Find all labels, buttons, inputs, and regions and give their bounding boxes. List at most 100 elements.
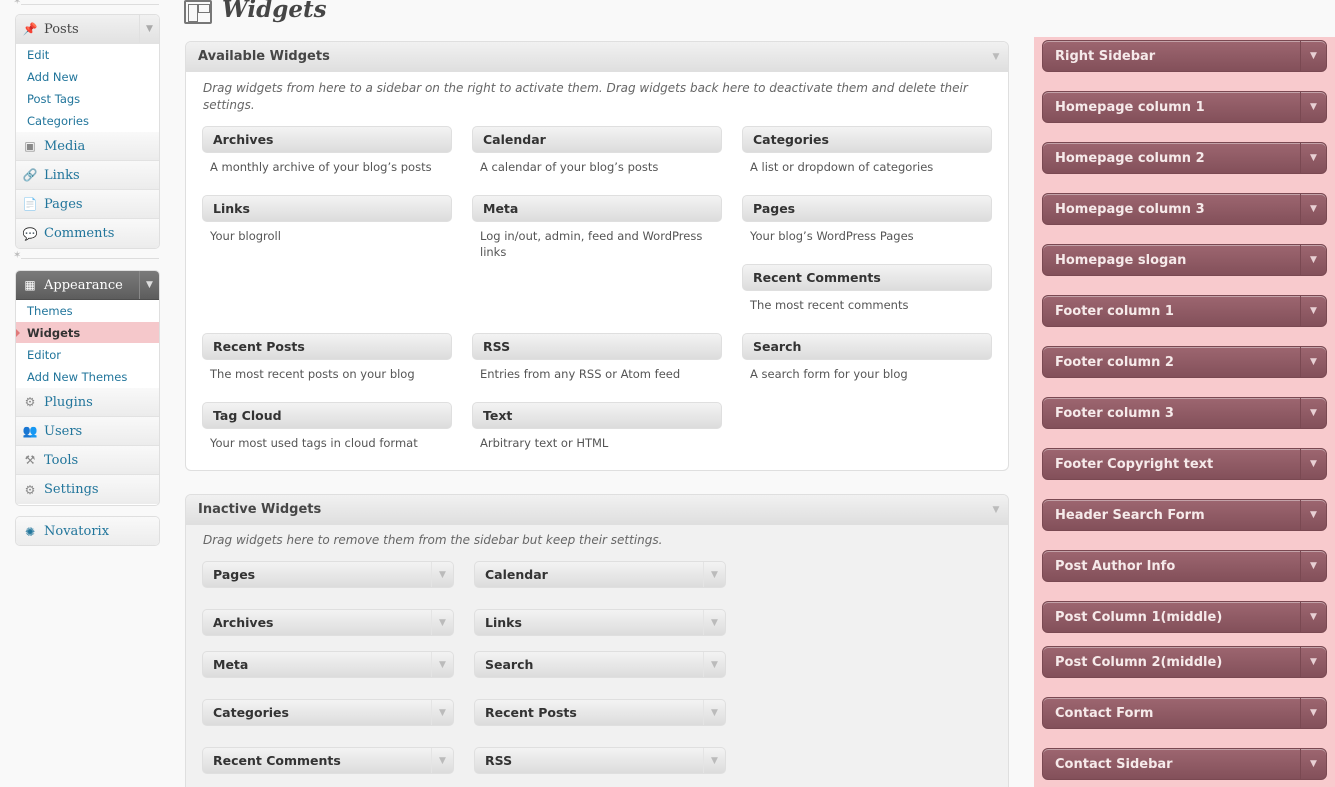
widget-title[interactable]: Recent Posts	[202, 333, 452, 360]
menu-novatorix[interactable]: ✺ Novatorix	[16, 517, 159, 545]
chevron-down-icon[interactable]: ▼	[1300, 245, 1326, 275]
sidebar-header-search-form[interactable]: Header Search Form ▼	[1042, 499, 1327, 531]
sidebar-homepage-column-1[interactable]: Homepage column 1 ▼	[1042, 91, 1327, 123]
chevron-down-icon[interactable]: ▼	[1300, 296, 1326, 326]
inactive-widget-recent-comments[interactable]: Recent Comments ▼	[202, 747, 454, 774]
menu-comments[interactable]: 💬 Comments	[16, 219, 159, 248]
inactive-widget-recent-posts[interactable]: Recent Posts ▼	[474, 699, 726, 726]
chevron-down-icon[interactable]: ▼	[1300, 602, 1326, 632]
chevron-down-icon[interactable]: ▼	[1300, 194, 1326, 224]
chevron-down-icon[interactable]: ▼	[703, 562, 725, 587]
inactive-widget-categories[interactable]: Categories ▼	[202, 699, 454, 726]
chevron-down-icon[interactable]: ▼	[984, 495, 1008, 525]
submenu-themes[interactable]: Themes	[16, 300, 159, 322]
sidebar-footer-column-3[interactable]: Footer column 3 ▼	[1042, 397, 1327, 429]
chevron-down-icon[interactable]: ▼	[1300, 398, 1326, 428]
chevron-down-icon[interactable]: ▼	[431, 700, 453, 725]
widget-recent-comments[interactable]: Recent Comments The most recent comments	[742, 264, 992, 313]
chevron-down-icon[interactable]: ▼	[139, 15, 159, 43]
widget-title[interactable]: Tag Cloud	[202, 402, 452, 429]
submenu-categories[interactable]: Categories	[16, 110, 159, 132]
chevron-down-icon[interactable]: ▼	[1300, 698, 1326, 728]
widget-title[interactable]: Categories	[742, 126, 992, 153]
chevron-down-icon[interactable]: ▼	[431, 562, 453, 587]
chevron-down-icon[interactable]: ▼	[1300, 449, 1326, 479]
sidebar-homepage-column-3[interactable]: Homepage column 3 ▼	[1042, 193, 1327, 225]
inactive-widget-links[interactable]: Links ▼	[474, 609, 726, 636]
sidebar-footer-column-2[interactable]: Footer column 2 ▼	[1042, 346, 1327, 378]
widget-links[interactable]: Links Your blogroll	[202, 195, 452, 244]
sidebar-post-column-1-middle[interactable]: Post Column 1(middle) ▼	[1042, 601, 1327, 633]
widget-recent-posts[interactable]: Recent Posts The most recent posts on yo…	[202, 333, 452, 382]
chevron-down-icon[interactable]: ▼	[139, 271, 159, 299]
menu-links[interactable]: 🔗 Links	[16, 161, 159, 190]
chevron-down-icon[interactable]: ▼	[1300, 647, 1326, 677]
submenu-edit[interactable]: Edit	[16, 44, 159, 66]
submenu-add-new-themes[interactable]: Add New Themes	[16, 366, 159, 388]
inactive-widgets-header[interactable]: Inactive Widgets ▼	[186, 495, 1008, 525]
menu-settings[interactable]: ⚙ Settings	[16, 475, 159, 504]
widget-tag-cloud[interactable]: Tag Cloud Your most used tags in cloud f…	[202, 402, 452, 451]
sidebar-contact-sidebar[interactable]: Contact Sidebar ▼	[1042, 748, 1327, 780]
submenu-add-new[interactable]: Add New	[16, 66, 159, 88]
widget-title[interactable]: Archives	[202, 126, 452, 153]
sidebar-footer-column-1[interactable]: Footer column 1 ▼	[1042, 295, 1327, 327]
submenu-editor[interactable]: Editor	[16, 344, 159, 366]
sidebar-homepage-slogan[interactable]: Homepage slogan ▼	[1042, 244, 1327, 276]
widget-title[interactable]: Search	[742, 333, 992, 360]
inactive-widget-rss[interactable]: RSS ▼	[474, 747, 726, 774]
inactive-widget-search[interactable]: Search ▼	[474, 651, 726, 678]
submenu-post-tags[interactable]: Post Tags	[16, 88, 159, 110]
menu-posts[interactable]: 📌 Posts ▼	[16, 15, 159, 44]
widget-text[interactable]: Text Arbitrary text or HTML	[472, 402, 722, 451]
sidebar-footer-copyright-text[interactable]: Footer Copyright text ▼	[1042, 448, 1327, 480]
available-widgets-header[interactable]: Available Widgets ▼	[186, 42, 1008, 72]
widget-title[interactable]: Pages	[742, 195, 992, 222]
sidebar-right-sidebar[interactable]: Right Sidebar ▼	[1042, 40, 1327, 72]
menu-appearance[interactable]: ▦ Appearance ▼	[16, 271, 159, 300]
chevron-down-icon[interactable]: ▼	[1300, 41, 1326, 71]
inactive-widgets-panel[interactable]: Inactive Widgets ▼ Drag widgets here to …	[185, 494, 1009, 787]
menu-users[interactable]: 👥 Users	[16, 417, 159, 446]
widget-rss[interactable]: RSS Entries from any RSS or Atom feed	[472, 333, 722, 382]
widget-meta[interactable]: Meta Log in/out, admin, feed and WordPre…	[472, 195, 722, 260]
sidebar-post-column-2-middle[interactable]: Post Column 2(middle) ▼	[1042, 646, 1327, 678]
widget-search[interactable]: Search A search form for your blog	[742, 333, 992, 382]
widget-pages[interactable]: Pages Your blog’s WordPress Pages	[742, 195, 992, 244]
chevron-down-icon[interactable]: ▼	[431, 652, 453, 677]
chevron-down-icon[interactable]: ▼	[1300, 143, 1326, 173]
widget-title[interactable]: RSS	[472, 333, 722, 360]
widget-calendar[interactable]: Calendar A calendar of your blog’s posts	[472, 126, 722, 175]
chevron-down-icon[interactable]: ▼	[1300, 749, 1326, 779]
chevron-down-icon[interactable]: ▼	[1300, 551, 1326, 581]
widget-title[interactable]: Text	[472, 402, 722, 429]
menu-tools[interactable]: ⚒ Tools	[16, 446, 159, 475]
widget-title[interactable]: Recent Comments	[742, 264, 992, 291]
sidebar-homepage-column-2[interactable]: Homepage column 2 ▼	[1042, 142, 1327, 174]
widget-categories[interactable]: Categories A list or dropdown of categor…	[742, 126, 992, 175]
chevron-down-icon[interactable]: ▼	[1300, 92, 1326, 122]
widget-title[interactable]: Meta	[472, 195, 722, 222]
submenu-widgets[interactable]: Widgets	[16, 322, 159, 344]
inactive-widget-calendar[interactable]: Calendar ▼	[474, 561, 726, 588]
menu-pages[interactable]: 📄 Pages	[16, 190, 159, 219]
inactive-widget-meta[interactable]: Meta ▼	[202, 651, 454, 678]
chevron-down-icon[interactable]: ▼	[984, 42, 1008, 72]
menu-media[interactable]: ▣ Media	[16, 132, 159, 161]
sidebar-post-author-info[interactable]: Post Author Info ▼	[1042, 550, 1327, 582]
chevron-down-icon[interactable]: ▼	[431, 748, 453, 773]
chevron-down-icon[interactable]: ▼	[703, 610, 725, 635]
widget-title[interactable]: Calendar	[472, 126, 722, 153]
chevron-down-icon[interactable]: ▼	[703, 652, 725, 677]
chevron-down-icon[interactable]: ▼	[1300, 500, 1326, 530]
inactive-widget-archives[interactable]: Archives ▼	[202, 609, 454, 636]
chevron-down-icon[interactable]: ▼	[703, 748, 725, 773]
chevron-down-icon[interactable]: ▼	[431, 610, 453, 635]
inactive-widget-pages[interactable]: Pages ▼	[202, 561, 454, 588]
chevron-down-icon[interactable]: ▼	[1300, 347, 1326, 377]
sidebar-contact-form[interactable]: Contact Form ▼	[1042, 697, 1327, 729]
menu-plugins[interactable]: ⚙ Plugins	[16, 388, 159, 417]
widget-archives[interactable]: Archives A monthly archive of your blog’…	[202, 126, 452, 175]
widget-title[interactable]: Links	[202, 195, 452, 222]
chevron-down-icon[interactable]: ▼	[703, 700, 725, 725]
